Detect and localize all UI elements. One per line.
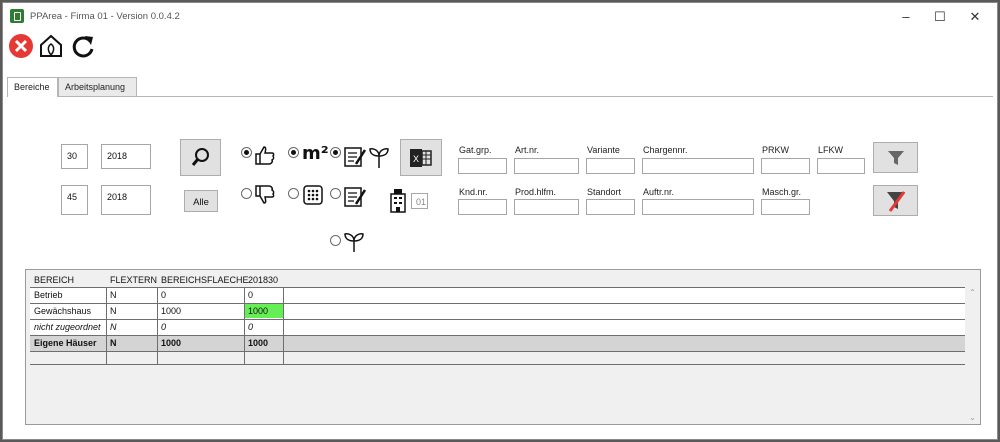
cell-flextern: N	[110, 306, 117, 316]
thumbs-down-icon	[254, 184, 276, 208]
header-bereichsflaeche[interactable]: BEREICHSFLAECHE	[157, 272, 249, 287]
magnifier-icon	[191, 148, 209, 166]
label-gatgrp: Gat.grp.	[459, 145, 492, 155]
chargennr-input[interactable]	[642, 158, 754, 174]
cell-flextern: N	[110, 322, 117, 332]
cell-flaeche: 1000	[161, 306, 182, 316]
cell-flaeche: 0	[161, 290, 167, 300]
search-button[interactable]	[180, 139, 221, 176]
grid-line	[283, 287, 284, 364]
grid-line	[30, 319, 965, 320]
week-to-input[interactable]: 45	[61, 185, 88, 215]
cell-flextern: N	[110, 290, 117, 300]
close-icon[interactable]	[8, 33, 36, 61]
header-flextern[interactable]: FLEXTERN	[106, 272, 157, 287]
cell-flaeche: 1000	[161, 338, 182, 348]
lfkw-input[interactable]	[817, 158, 865, 174]
clear-filter-button[interactable]	[873, 185, 918, 216]
tray-grid-icon	[302, 184, 324, 208]
cell-bereich: nicht zugeordnet	[34, 322, 101, 332]
excel-icon: X	[410, 149, 432, 167]
standort-input[interactable]	[586, 199, 635, 215]
plant-icon	[343, 231, 365, 255]
label-auftrnr: Auftr.nr.	[643, 187, 675, 197]
maximize-button[interactable]: ☐	[923, 7, 957, 27]
radio-thumbs-up[interactable]	[241, 147, 252, 158]
cell-week: 0	[248, 322, 254, 332]
grid-line	[30, 287, 965, 288]
grid-line	[106, 287, 107, 364]
home-icon[interactable]	[38, 33, 66, 61]
app-icon	[10, 9, 24, 23]
label-prodhlfm: Prod.hlfm.	[515, 187, 557, 197]
alle-button[interactable]: Alle	[184, 190, 218, 212]
filter-icon	[887, 151, 904, 165]
radio-area[interactable]	[288, 147, 299, 158]
svg-text:X: X	[413, 154, 419, 164]
minimize-button[interactable]: –	[889, 7, 923, 27]
auftrnr-input[interactable]	[642, 199, 754, 215]
vertical-scrollbar[interactable]: ⌃ ⌄	[965, 286, 980, 424]
artnr-input[interactable]	[514, 158, 579, 174]
tab-arbeitsplanung[interactable]: Arbeitsplanung	[58, 77, 137, 96]
label-lfkw: LFKW	[818, 145, 844, 155]
notepad-plant-icon	[343, 144, 393, 172]
notepad-icon	[343, 185, 369, 211]
radio-plan-plant[interactable]	[330, 147, 341, 158]
header-week-201830[interactable]: 201830	[244, 272, 284, 287]
cell-flaeche: 0	[161, 322, 167, 332]
label-artnr: Art.nr.	[515, 145, 540, 155]
label-maschgr: Masch.gr.	[762, 187, 802, 197]
label-chargennr: Chargennr.	[643, 145, 688, 155]
prodhlfm-input[interactable]	[514, 199, 579, 215]
close-window-button[interactable]: ✕	[958, 7, 992, 27]
window-title: PPArea - Firma 01 - Version 0.0.4.2	[30, 11, 180, 22]
radio-thumbs-down[interactable]	[241, 188, 252, 199]
title-bar: PPArea - Firma 01 - Version 0.0.4.2 – ☐ …	[3, 3, 997, 31]
refresh-icon[interactable]	[69, 33, 97, 61]
app-window: PPArea - Firma 01 - Version 0.0.4.2 – ☐ …	[2, 2, 998, 440]
cell-week: 0	[248, 290, 254, 300]
kndnr-input[interactable]	[458, 199, 507, 215]
label-standort: Standort	[587, 187, 622, 197]
grid-line	[30, 303, 965, 304]
header-bereich[interactable]: BEREICH	[30, 272, 106, 287]
maschgr-input[interactable]	[761, 199, 810, 215]
cell-bereich: Betrieb	[34, 290, 63, 300]
excel-export-button[interactable]: X	[400, 139, 442, 176]
cell-bereich: Gewächshaus	[34, 306, 92, 316]
label-kndnr: Knd.nr.	[459, 187, 488, 197]
year-from-input[interactable]: 2018	[101, 144, 151, 169]
year-to-input[interactable]: 2018	[101, 185, 151, 215]
filter-clear-icon	[886, 191, 905, 212]
cell-flextern: N	[110, 338, 117, 348]
square-meter-icon: m²	[302, 143, 329, 164]
gatgrp-input[interactable]	[458, 158, 507, 174]
label-variante: Variante	[587, 145, 620, 155]
scroll-up-icon[interactable]: ⌃	[965, 288, 980, 297]
site-number-input[interactable]: 01	[411, 193, 428, 209]
tab-bereiche[interactable]: Bereiche	[7, 77, 58, 97]
prkw-input[interactable]	[761, 158, 810, 174]
data-grid[interactable]: BEREICH FLEXTERN BEREICHSFLAECHE 201830 …	[25, 269, 981, 425]
building-icon	[388, 187, 408, 215]
radio-plan[interactable]	[330, 188, 341, 199]
cell-week: 1000	[248, 338, 269, 348]
cell-bereich: Eigene Häuser	[34, 338, 97, 348]
thumbs-up-icon	[254, 144, 276, 168]
radio-plant[interactable]	[330, 235, 341, 246]
grid-line	[157, 287, 158, 364]
grid-line	[30, 351, 965, 352]
label-prkw: PRKW	[762, 145, 789, 155]
week-from-input[interactable]: 30	[61, 144, 88, 169]
grid-line	[30, 335, 965, 336]
grid-line	[244, 287, 245, 364]
grid-line	[30, 364, 965, 365]
radio-grid[interactable]	[288, 188, 299, 199]
scroll-down-icon[interactable]: ⌄	[965, 413, 980, 422]
apply-filter-button[interactable]	[873, 142, 918, 173]
variante-input[interactable]	[586, 158, 635, 174]
cell-week: 1000	[248, 306, 269, 316]
tab-strip-line	[7, 96, 993, 97]
